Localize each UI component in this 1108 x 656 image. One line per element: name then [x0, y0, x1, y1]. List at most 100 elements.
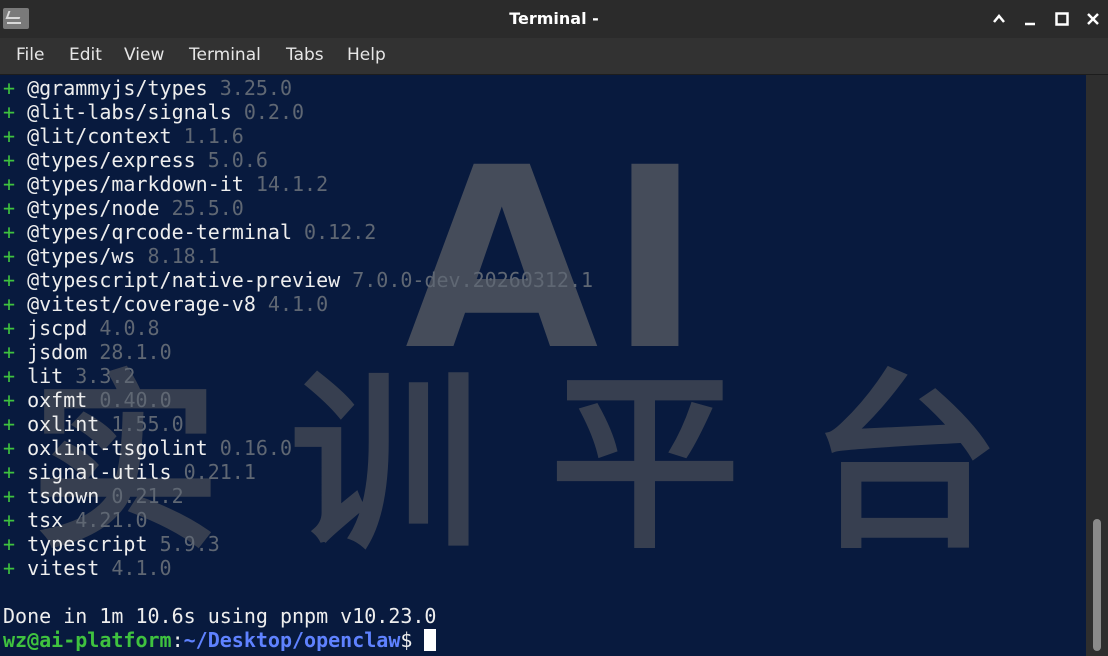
package-line: + @lit/context 1.1.6 — [3, 124, 593, 148]
package-name: signal-utils — [27, 460, 172, 484]
added-sign: + — [3, 460, 16, 484]
package-version: 4.0.8 — [99, 316, 160, 340]
package-version: 4.21.0 — [75, 508, 148, 532]
package-line: + jscpd 4.0.8 — [3, 316, 593, 340]
menu-view[interactable]: View — [118, 38, 170, 74]
package-name: typescript — [27, 532, 148, 556]
package-name: @types/ws — [27, 244, 136, 268]
added-sign: + — [3, 76, 16, 100]
added-sign: + — [3, 556, 16, 580]
package-version: 25.5.0 — [171, 196, 244, 220]
package-line: + tsx 4.21.0 — [3, 508, 593, 532]
package-name: @vitest/coverage-v8 — [27, 292, 256, 316]
added-sign: + — [3, 508, 16, 532]
package-line: + @types/express 5.0.6 — [3, 148, 593, 172]
package-name: tsx — [27, 508, 64, 532]
package-version: 0.16.0 — [219, 436, 293, 460]
close-icon[interactable] — [1083, 9, 1103, 29]
added-sign: + — [3, 100, 16, 124]
package-version: 5.9.3 — [159, 532, 220, 556]
prompt-symbol: $ — [400, 628, 413, 652]
vertical-scrollbar[interactable] — [1086, 75, 1108, 656]
window-title: Terminal - — [509, 9, 599, 28]
package-version: 7.0.0-dev.20260312.1 — [352, 268, 594, 292]
package-version: 0.12.2 — [304, 220, 377, 244]
package-name: @types/express — [27, 148, 196, 172]
package-line: + @types/qrcode-terminal 0.12.2 — [3, 220, 593, 244]
package-version: 0.21.1 — [183, 460, 256, 484]
added-sign: + — [3, 292, 16, 316]
package-name: jscpd — [27, 316, 88, 340]
prompt-colon: : — [171, 628, 184, 652]
package-line: + oxlint-tsgolint 0.16.0 — [3, 436, 593, 460]
terminal-lines: + @grammyjs/types 3.25.0 + @lit-labs/sign… — [3, 76, 593, 652]
menu-tabs[interactable]: Tabs — [280, 38, 330, 74]
shell-prompt[interactable]: wz@ai-platform:~/Desktop/openclaw$ — [3, 628, 593, 652]
package-name: tsdown — [27, 484, 100, 508]
package-version: 0.40.0 — [99, 388, 172, 412]
package-version: 28.1.0 — [99, 340, 172, 364]
added-sign: + — [3, 172, 16, 196]
package-version: 3.25.0 — [219, 76, 293, 100]
added-sign: + — [3, 268, 16, 292]
added-sign: + — [3, 220, 16, 244]
menu-edit[interactable]: Edit — [63, 38, 108, 74]
added-sign: + — [3, 316, 16, 340]
added-sign: + — [3, 484, 16, 508]
package-line: + @grammyjs/types 3.25.0 — [3, 76, 593, 100]
package-line: + @types/node 25.5.0 — [3, 196, 593, 220]
added-sign: + — [3, 364, 16, 388]
package-line: + signal-utils 0.21.1 — [3, 460, 593, 484]
package-name: oxlint — [27, 412, 100, 436]
added-sign: + — [3, 148, 16, 172]
scrollbar-thumb[interactable] — [1093, 519, 1101, 651]
package-version: 1.1.6 — [183, 124, 244, 148]
terminal-output[interactable]: AI 实训平台 + @grammyjs/types 3.25.0 + @lit-l… — [0, 75, 1108, 656]
package-version: 5.0.6 — [207, 148, 268, 172]
package-line: + @types/ws 8.18.1 — [3, 244, 593, 268]
terminal-window: Terminal - File Edit View Terminal Tabs … — [0, 0, 1108, 656]
package-name: jsdom — [27, 340, 88, 364]
package-name: @grammyjs/types — [27, 76, 208, 100]
added-sign: + — [3, 196, 16, 220]
package-version: 0.2.0 — [243, 100, 305, 124]
text-cursor — [424, 629, 437, 651]
package-version: 4.1.0 — [267, 292, 329, 316]
package-version: 0.21.2 — [111, 484, 184, 508]
package-line: + @vitest/coverage-v8 4.1.0 — [3, 292, 593, 316]
package-line: + @lit-labs/signals 0.2.0 — [3, 100, 593, 124]
package-name: @types/markdown-it — [27, 172, 244, 196]
added-sign: + — [3, 124, 16, 148]
package-name: @typescript/native-preview — [27, 268, 341, 292]
menu-file[interactable]: File — [10, 38, 50, 74]
menu-terminal[interactable]: Terminal — [183, 38, 267, 74]
titlebar[interactable]: Terminal - — [0, 0, 1108, 38]
package-name: oxlint-tsgolint — [27, 436, 208, 460]
package-line: + tsdown 0.21.2 — [3, 484, 593, 508]
package-line: + typescript 5.9.3 — [3, 532, 593, 556]
package-line: + vitest 4.1.0 — [3, 556, 593, 580]
added-sign: + — [3, 436, 16, 460]
minimize-icon[interactable] — [1020, 9, 1040, 29]
added-sign: + — [3, 532, 16, 556]
package-line: + lit 3.3.2 — [3, 364, 593, 388]
package-name: oxfmt — [27, 388, 88, 412]
added-sign: + — [3, 412, 16, 436]
added-sign: + — [3, 388, 16, 412]
added-sign: + — [3, 244, 16, 268]
package-version: 14.1.2 — [255, 172, 329, 196]
package-name: @lit/context — [27, 124, 172, 148]
package-version: 8.18.1 — [147, 244, 220, 268]
package-name: @types/qrcode-terminal — [27, 220, 292, 244]
package-name: lit — [27, 364, 64, 388]
menu-help[interactable]: Help — [341, 38, 392, 74]
chevron-up-icon[interactable] — [989, 9, 1009, 29]
package-name: @types/node — [27, 196, 160, 220]
package-version: 3.3.2 — [75, 364, 136, 388]
maximize-icon[interactable] — [1052, 9, 1072, 29]
prompt-path: ~/Desktop/openclaw — [183, 628, 401, 652]
package-name: @lit-labs/signals — [27, 100, 232, 124]
package-line: + oxlint 1.55.0 — [3, 412, 593, 436]
done-line: Done in 1m 10.6s using pnpm v10.23.0 — [3, 604, 437, 628]
